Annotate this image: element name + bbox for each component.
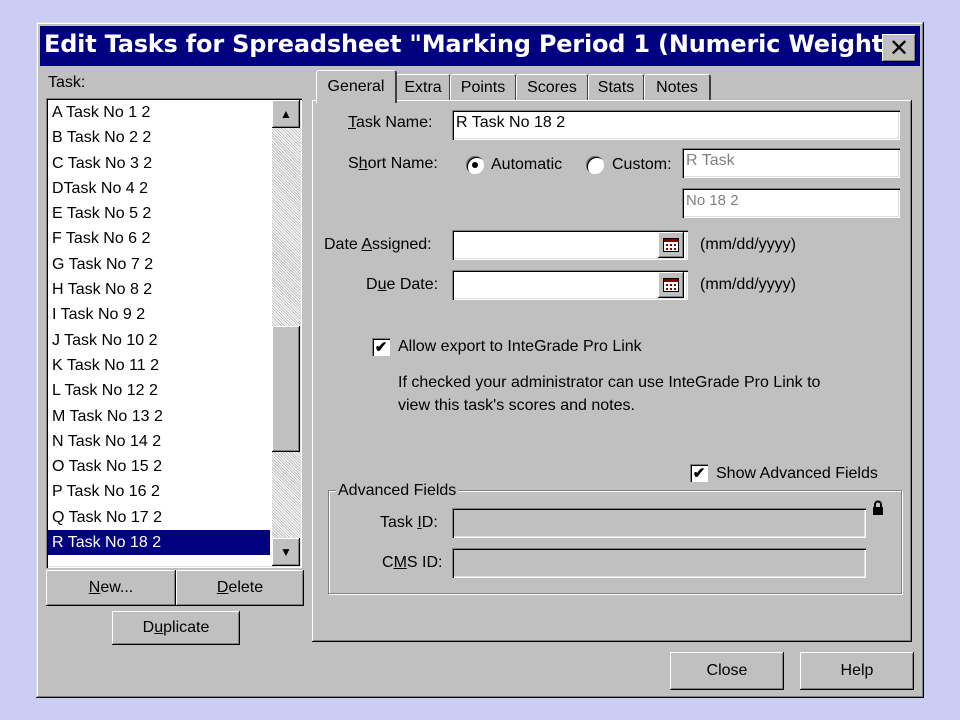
task-list-item[interactable]: F Task No 6 2 <box>48 226 270 251</box>
tab-scores[interactable]: Scores <box>516 74 589 101</box>
due-date-input[interactable] <box>452 270 688 300</box>
task-list-item[interactable]: Q Task No 17 2 <box>48 505 270 530</box>
due-date-label: Due Date: <box>366 276 439 293</box>
date-assigned-label: Date Assigned: <box>324 236 432 253</box>
task-id-label: Task ID: <box>380 514 438 531</box>
advanced-fields-group <box>328 490 902 594</box>
allow-export-checkbox[interactable]: ✔ <box>372 338 390 356</box>
custom-radio[interactable] <box>586 156 604 174</box>
scroll-thumb[interactable] <box>272 326 300 452</box>
task-id-input[interactable] <box>452 508 866 538</box>
automatic-radio-label[interactable]: Automatic <box>491 156 562 174</box>
task-list-label: Task: <box>48 74 86 91</box>
delete-task-button[interactable]: Delete <box>176 570 304 606</box>
calendar-icon <box>663 278 679 292</box>
help-button-label: Help <box>840 662 874 679</box>
cms-id-input[interactable] <box>452 548 866 578</box>
task-list-item[interactable]: I Task No 9 2 <box>48 302 270 327</box>
calendar-icon <box>663 238 679 252</box>
checkmark-icon: ✔ <box>374 339 388 356</box>
due-date-calendar-button[interactable] <box>658 272 684 298</box>
tab-extra-label: Extra <box>404 79 442 96</box>
tab-points[interactable]: Points <box>450 74 517 101</box>
task-listbox[interactable]: A Task No 1 2B Task No 2 2C Task No 3 2D… <box>46 98 302 568</box>
task-list-item[interactable]: L Task No 12 2 <box>48 378 270 403</box>
task-list-item[interactable]: B Task No 2 2 <box>48 125 270 150</box>
tab-scores-label: Scores <box>527 79 577 96</box>
task-list-item[interactable]: G Task No 7 2 <box>48 252 270 277</box>
export-note-line2: view this task's scores and notes. <box>398 397 635 414</box>
scroll-down-button[interactable]: ▼ <box>272 538 300 566</box>
title-bar[interactable]: Edit Tasks for Spreadsheet "Marking Peri… <box>40 26 920 66</box>
close-button-label: Close <box>706 662 748 679</box>
task-list-scrollbar[interactable]: ▲ ▼ <box>272 100 300 566</box>
window-close-button[interactable]: ✕ <box>882 34 916 62</box>
tab-general[interactable]: General <box>316 70 397 103</box>
arrow-down-icon: ▼ <box>280 545 292 559</box>
tab-notes-label: Notes <box>656 79 698 96</box>
task-list-item[interactable]: H Task No 8 2 <box>48 277 270 302</box>
short-name-line2-input[interactable]: No 18 2 <box>682 188 900 218</box>
lock-icon <box>873 500 883 515</box>
checkmark-icon: ✔ <box>692 465 706 482</box>
task-list-item[interactable]: N Task No 14 2 <box>48 429 270 454</box>
edit-tasks-dialog: Edit Tasks for Spreadsheet "Marking Peri… <box>36 22 924 698</box>
task-list-item[interactable]: R Task No 18 2 <box>48 530 270 556</box>
tab-points-label: Points <box>460 79 506 96</box>
tab-stats[interactable]: Stats <box>588 74 645 101</box>
date-assigned-format-hint: (mm/dd/yyyy) <box>700 236 796 253</box>
tab-stats-label: Stats <box>597 79 635 96</box>
short-name-line1-input[interactable]: R Task <box>682 148 900 178</box>
export-note-line1: If checked your administrator can use In… <box>398 374 821 391</box>
allow-export-label[interactable]: Allow export to InteGrade Pro Link <box>398 338 642 356</box>
delete-button-label: Delete <box>216 579 264 596</box>
task-name-label: Task Name: <box>348 114 433 131</box>
close-button[interactable]: Close <box>670 652 784 690</box>
tab-general-label: General <box>327 78 385 95</box>
show-advanced-checkbox[interactable]: ✔ <box>690 464 708 482</box>
cms-id-label: CMS ID: <box>382 554 443 571</box>
task-list-item[interactable]: C Task No 3 2 <box>48 151 270 176</box>
tab-extra[interactable]: Extra <box>396 74 451 101</box>
date-assigned-calendar-button[interactable] <box>658 232 684 258</box>
window-title: Edit Tasks for Spreadsheet "Marking Peri… <box>44 30 910 58</box>
new-button-label: New... <box>88 579 134 596</box>
task-list-item[interactable]: K Task No 11 2 <box>48 353 270 378</box>
show-advanced-label[interactable]: Show Advanced Fields <box>716 465 878 483</box>
date-assigned-input[interactable] <box>452 230 688 260</box>
new-task-button[interactable]: New... <box>46 570 176 606</box>
task-list-item[interactable]: M Task No 13 2 <box>48 404 270 429</box>
task-list-item[interactable]: O Task No 15 2 <box>48 454 270 479</box>
due-date-format-hint: (mm/dd/yyyy) <box>700 276 796 293</box>
arrow-up-icon: ▲ <box>280 107 292 121</box>
advanced-fields-group-label: Advanced Fields <box>336 482 459 500</box>
task-list-items: A Task No 1 2B Task No 2 2C Task No 3 2D… <box>48 100 270 556</box>
help-button[interactable]: Help <box>800 652 914 690</box>
task-list-item[interactable]: J Task No 10 2 <box>48 328 270 353</box>
close-icon: ✕ <box>888 34 910 62</box>
duplicate-button-label: Duplicate <box>142 619 210 636</box>
task-list-item[interactable]: E Task No 5 2 <box>48 201 270 226</box>
radio-dot-icon <box>472 162 478 168</box>
custom-radio-label[interactable]: Custom: <box>612 156 672 174</box>
short-name-label: Short Name: <box>348 155 438 172</box>
duplicate-task-button[interactable]: Duplicate <box>112 611 240 645</box>
task-name-input[interactable]: R Task No 18 2 <box>452 110 900 140</box>
automatic-radio[interactable] <box>466 156 484 174</box>
task-list-item[interactable]: P Task No 16 2 <box>48 479 270 504</box>
scroll-up-button[interactable]: ▲ <box>272 100 300 128</box>
tab-notes[interactable]: Notes <box>644 74 711 101</box>
task-list-item[interactable]: A Task No 1 2 <box>48 100 270 125</box>
task-list-item[interactable]: DTask No 4 2 <box>48 176 270 201</box>
